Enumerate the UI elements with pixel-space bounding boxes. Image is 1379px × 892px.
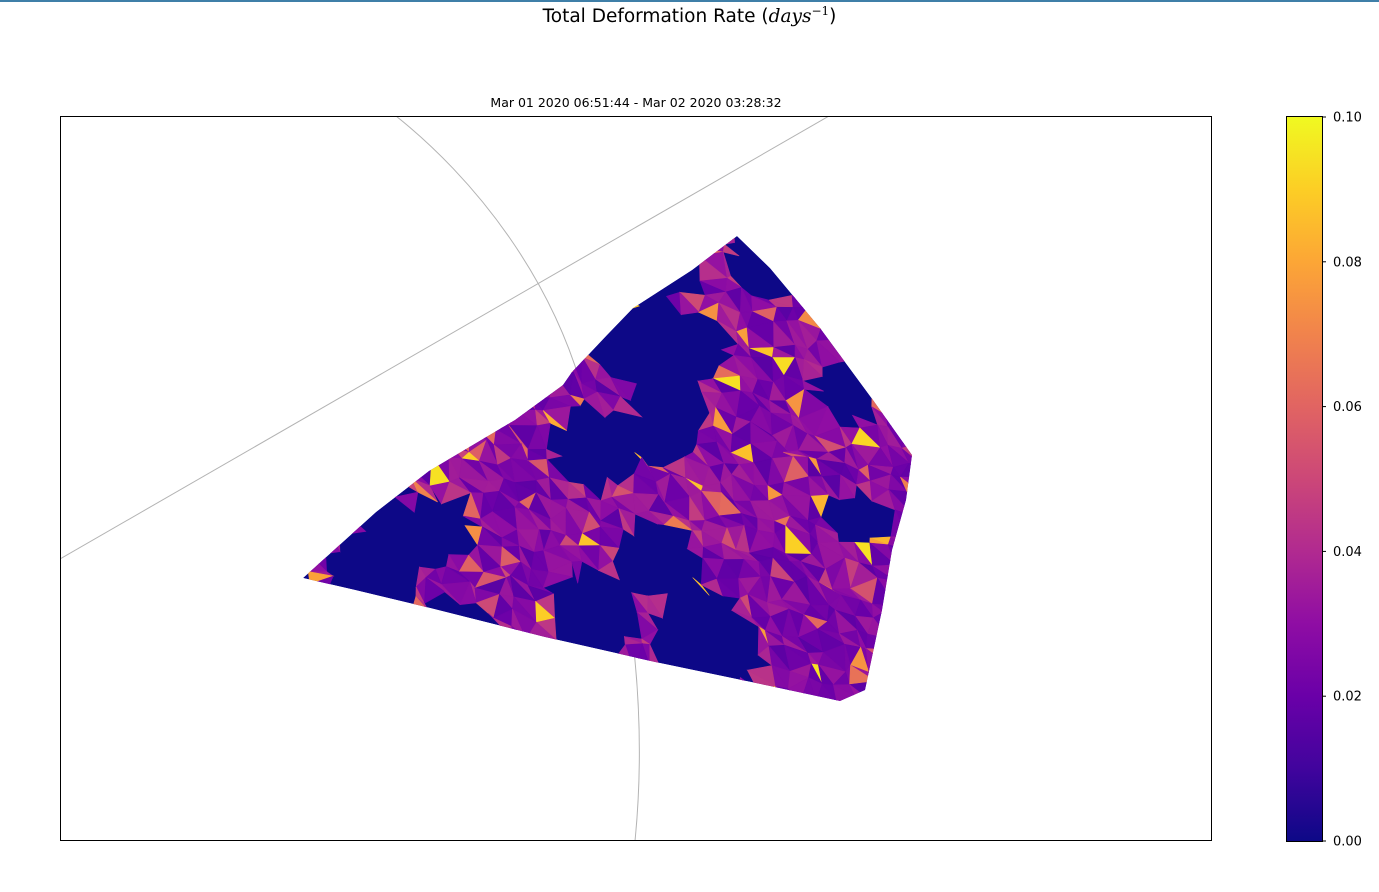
- colorbar-tick-label: 0.04: [1333, 545, 1362, 560]
- colorbar-tick-label: 0.06: [1333, 400, 1362, 415]
- colorbar-tick-label: 0.10: [1333, 111, 1362, 126]
- colorbar: 0.00 0.02 0.04 0.06 0.08 0.10: [1286, 111, 1362, 850]
- map-plot-area: [60, 116, 1212, 841]
- colorbar-tick-label: 0.00: [1333, 835, 1362, 850]
- colorbar-tick-label: 0.08: [1333, 255, 1362, 270]
- colorbar-tick-label: 0.02: [1333, 690, 1362, 705]
- colorbar-gradient: [1287, 117, 1322, 841]
- deformation-map-figure: 0.00 0.02 0.04 0.06 0.08 0.10: [60, 111, 1362, 850]
- deformation-mesh: [303, 236, 912, 701]
